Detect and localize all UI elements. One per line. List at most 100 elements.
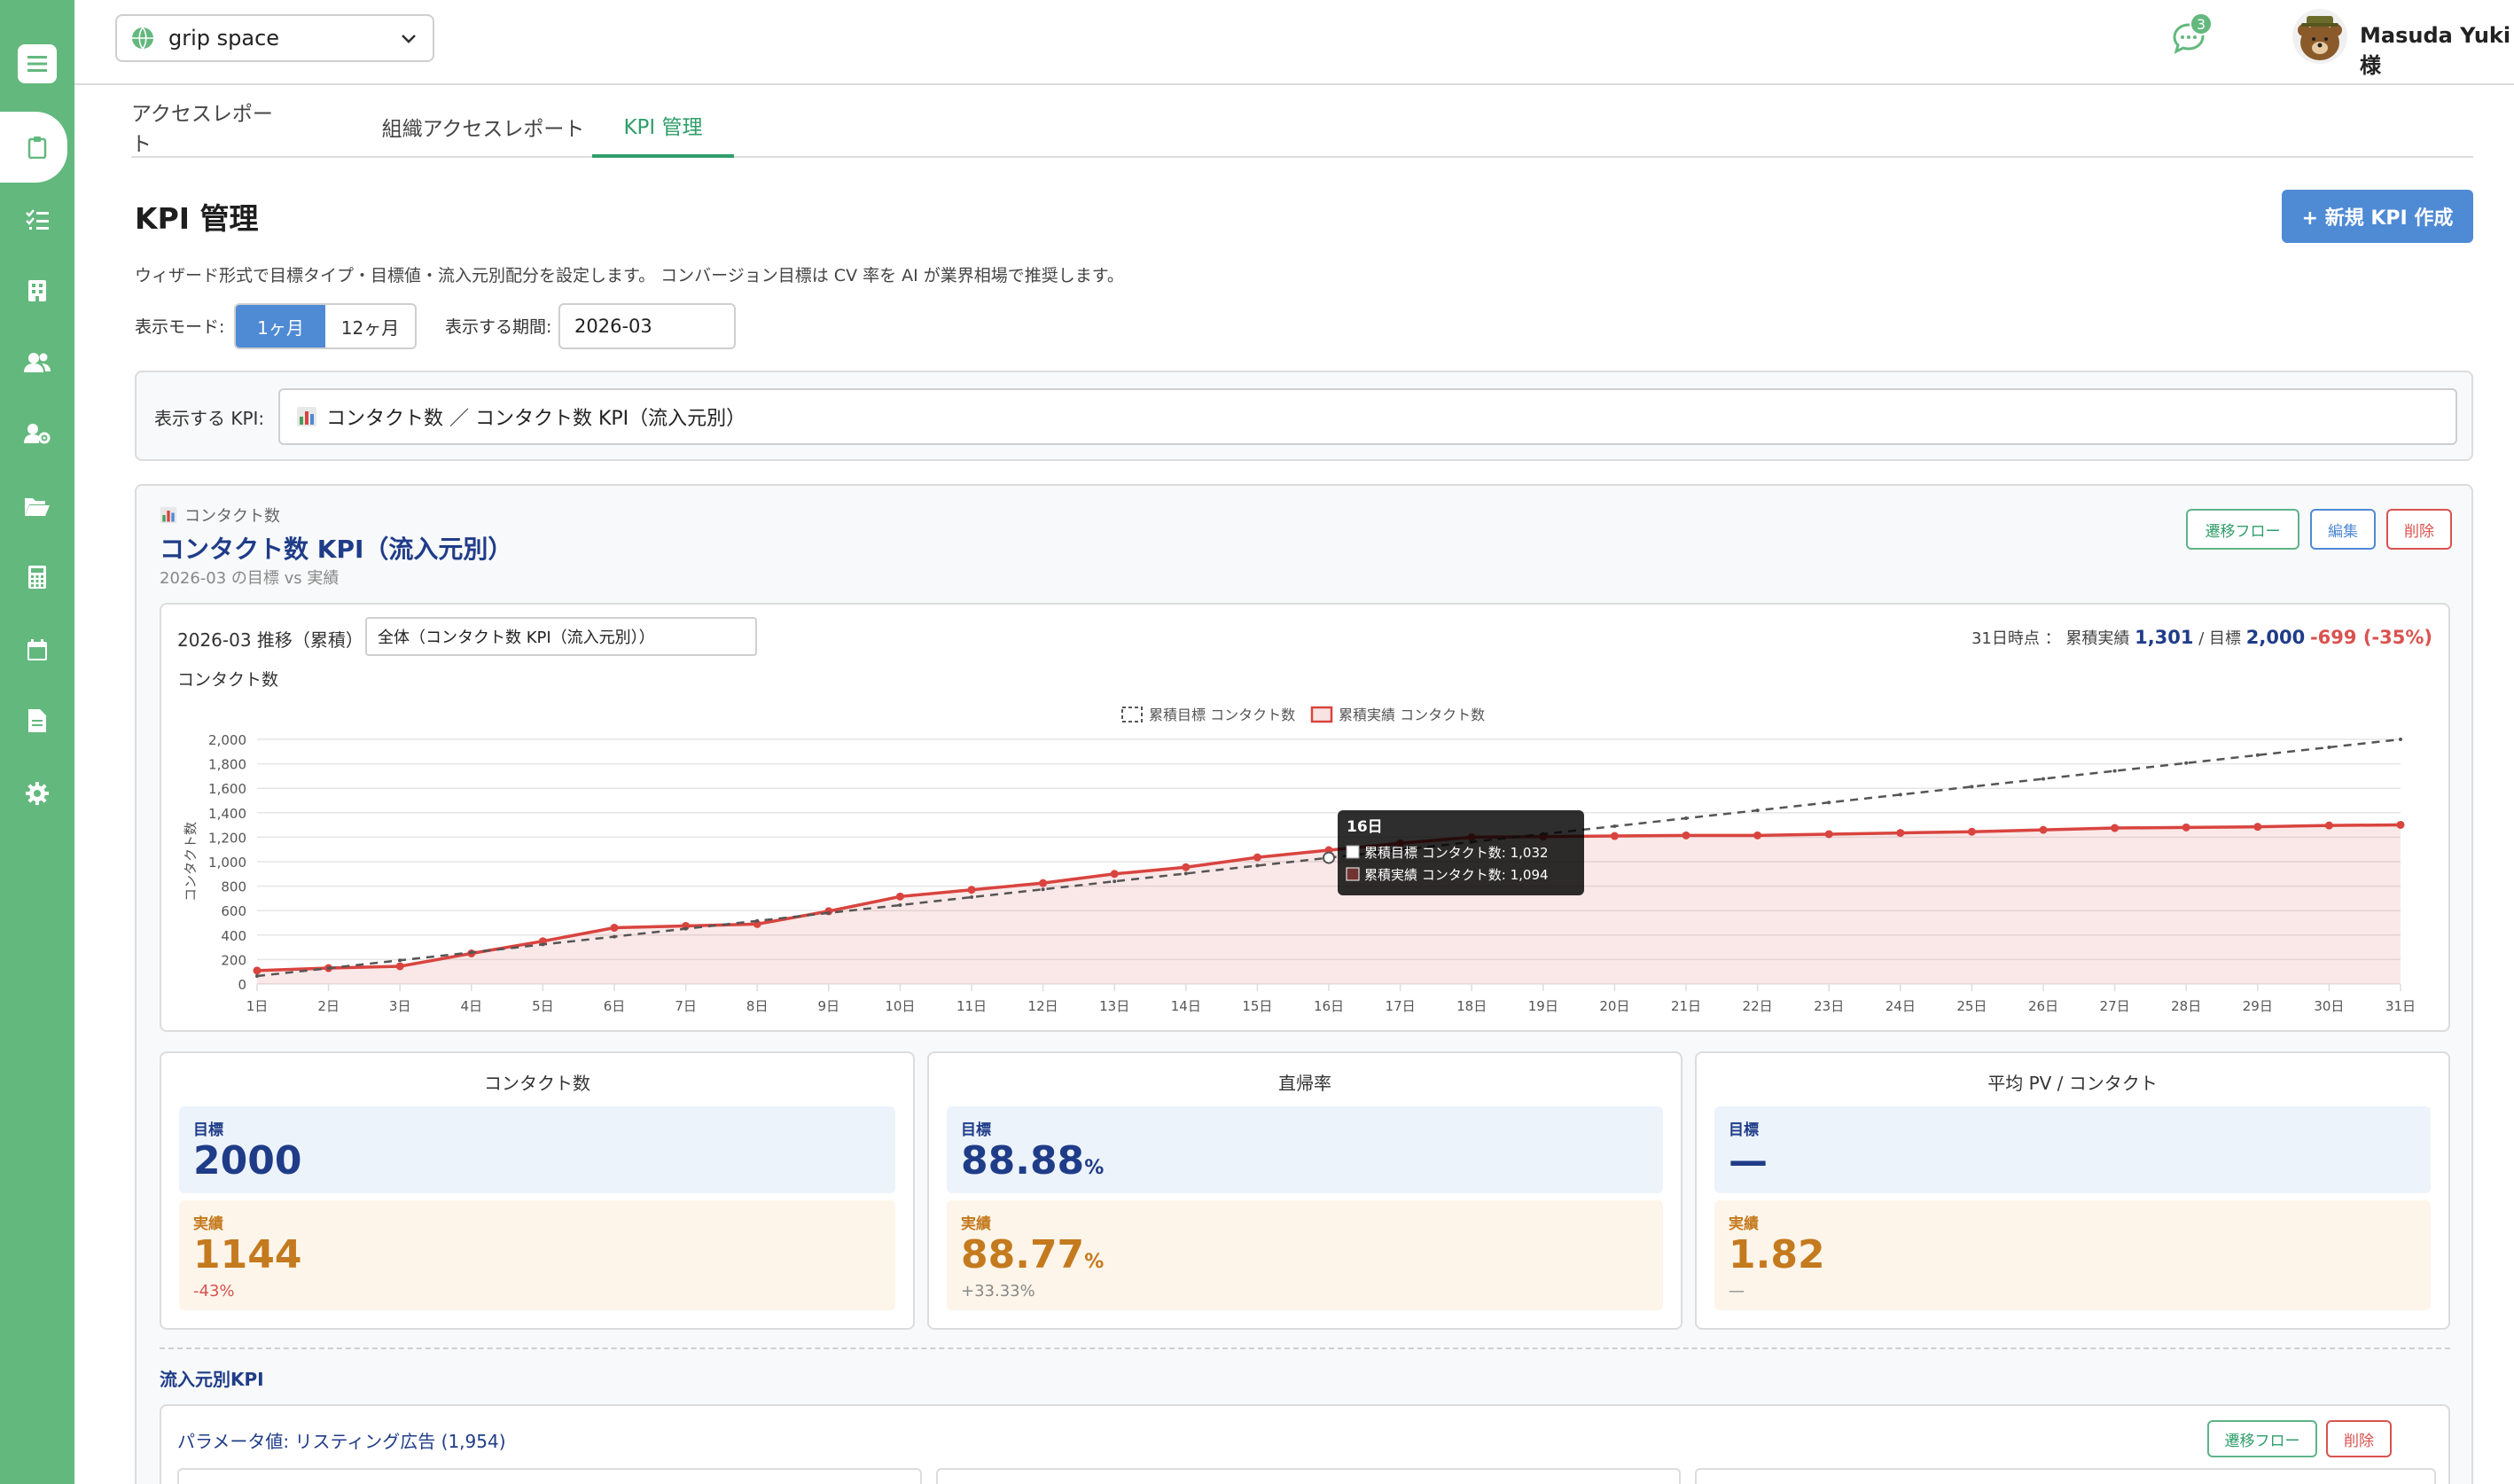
- sidebar-item-documents[interactable]: [22, 706, 52, 736]
- x-tick-label: 26日: [2028, 998, 2058, 1014]
- target-data-point: [1113, 879, 1117, 884]
- inflow-flow-button[interactable]: 遷移フロー: [2207, 1420, 2317, 1457]
- x-tick-label: 28日: [2171, 998, 2201, 1014]
- y-tick-label: 1,400: [208, 806, 246, 822]
- page-description: ウィザード形式で目標タイプ・目標値・流入元別配分を設定します。 コンバージョン目…: [135, 266, 1124, 285]
- edit-button[interactable]: 編集: [2310, 509, 2376, 550]
- actual-data-point: [2396, 820, 2405, 829]
- y-tick-label: 600: [221, 903, 246, 919]
- tab-access-report[interactable]: アクセスレポート: [131, 96, 282, 158]
- target-value: —: [1729, 1138, 1768, 1183]
- target-data-point: [970, 895, 973, 900]
- actual-data-point: [610, 924, 619, 933]
- clipboard-icon: [27, 137, 47, 159]
- summary-target: 2,000: [2245, 627, 2306, 648]
- target-data-point: [683, 926, 688, 931]
- kpi-subtitle: 2026-03 の目標 vs 実績: [160, 569, 340, 588]
- new-kpi-button[interactable]: + 新規 KPI 作成: [2282, 190, 2473, 243]
- kpi-select[interactable]: コンタクト数 ／ コンタクト数 KPI（流入元別）: [278, 388, 2457, 445]
- tab-org-access-report[interactable]: 組織アクセスレポート: [371, 96, 596, 158]
- actual-data-point: [1610, 832, 1619, 840]
- tab-kpi-management[interactable]: KPI 管理: [592, 96, 734, 158]
- x-tick-label: 16日: [1314, 998, 1344, 1014]
- actual-data-point: [1753, 831, 1762, 840]
- sidebar-item-calendar[interactable]: [22, 635, 52, 665]
- sidebar-item-user-settings[interactable]: [22, 418, 52, 449]
- section-divider: [160, 1347, 2450, 1349]
- actual-diff: —: [1729, 1282, 1745, 1300]
- sidebar-item-calculator[interactable]: [22, 562, 52, 592]
- target-number: 2000: [193, 1138, 302, 1183]
- x-tick-label: 4日: [461, 998, 483, 1014]
- kpi-selector-box: 表示する KPI: コンタクト数 ／ コンタクト数 KPI（流入元別）: [135, 371, 2473, 461]
- hover-point-target: [1323, 851, 1335, 864]
- menu-toggle-button[interactable]: [18, 44, 57, 83]
- tooltip-swatch-actual: [1346, 867, 1360, 881]
- bar-chart-icon: [160, 506, 177, 524]
- mode-12-month-button[interactable]: 12ヶ月: [325, 305, 415, 348]
- target-data-point: [2399, 738, 2402, 741]
- delete-button[interactable]: 削除: [2386, 509, 2452, 550]
- target-number: —: [1729, 1138, 1768, 1183]
- target-label: 目標: [961, 1121, 991, 1139]
- sidebar-item-settings[interactable]: [22, 778, 52, 808]
- series-select[interactable]: 全体（コンタクト数 KPI（流入元別））: [365, 617, 757, 656]
- user-name[interactable]: Masuda Yuki様: [2360, 23, 2514, 79]
- document-icon: [28, 709, 46, 732]
- target-data-point: [1755, 808, 1760, 813]
- tooltip-line-target: 累積目標 コンタクト数: 1,032: [1364, 845, 1549, 861]
- inflow-section-title: 流入元別KPI: [160, 1369, 264, 1390]
- metric-target-box: 目標 —: [1714, 1106, 2431, 1193]
- x-tick-label: 13日: [1099, 998, 1129, 1014]
- chart-summary: 31日時点 ： 累積実績 1,301 / 目標 2,000 -699 (-35%…: [1971, 626, 2432, 649]
- flow-button[interactable]: 遷移フロー: [2186, 509, 2299, 550]
- y-tick-label: 400: [221, 928, 246, 944]
- y-tick-label: 200: [221, 952, 246, 968]
- display-mode-label: 表示モード:: [135, 317, 225, 337]
- avatar[interactable]: [2292, 9, 2347, 64]
- sidebar-item-report[interactable]: [22, 132, 52, 162]
- actual-data-point: [1682, 831, 1690, 840]
- target-data-point: [2184, 761, 2189, 765]
- actual-value: 1.82: [1729, 1232, 1825, 1277]
- summary-separator: / 目標: [2198, 629, 2242, 648]
- target-data-point: [1041, 887, 1045, 892]
- inflow-card-title: パラメータ値: リスティング広告 (1,954): [177, 1431, 506, 1452]
- period-input[interactable]: 2026-03: [558, 303, 736, 349]
- kpi-card: コンタクト数 コンタクト数 KPI（流入元別） 2026-03 の目標 vs 実…: [135, 484, 2473, 1484]
- chat-button[interactable]: 3: [2170, 12, 2213, 57]
- chevron-down-icon: [402, 35, 416, 43]
- mode-1-month-button[interactable]: 1ヶ月: [236, 305, 325, 348]
- actual-data-point: [2324, 821, 2333, 830]
- inflow-kpi-card: パラメータ値: リスティング広告 (1,954) 遷移フロー 削除: [160, 1404, 2450, 1484]
- target-unit: %: [1084, 1157, 1105, 1179]
- target-data-point: [1827, 801, 1831, 805]
- folder-open-icon: [25, 498, 50, 516]
- notification-badge: 3: [2190, 12, 2213, 35]
- actual-value: 1144: [193, 1232, 301, 1277]
- sidebar-item-organization[interactable]: [22, 276, 52, 306]
- inflow-metric-card: [177, 1468, 922, 1484]
- target-data-point: [826, 910, 831, 915]
- inflow-delete-button[interactable]: 削除: [2326, 1420, 2392, 1457]
- metric-title: コンタクト数: [484, 1073, 590, 1094]
- sidebar-item-tasks[interactable]: [22, 205, 52, 235]
- target-data-point: [255, 974, 259, 979]
- actual-number: 88.77: [961, 1232, 1085, 1277]
- x-tick-label: 27日: [2100, 998, 2130, 1014]
- x-tick-label: 3日: [389, 998, 411, 1014]
- metric-actual-box: 実績 1.82 —: [1714, 1200, 2431, 1310]
- x-tick-label: 6日: [604, 998, 626, 1014]
- kpi-title: コンタクト数 KPI（流入元別）: [160, 535, 513, 564]
- target-data-point: [898, 902, 902, 907]
- metric-title: 平均 PV / コンタクト: [1987, 1073, 2158, 1094]
- actual-number: 1.82: [1729, 1232, 1825, 1277]
- sidebar-item-files[interactable]: [22, 491, 52, 521]
- workspace-select[interactable]: grip space: [115, 14, 434, 62]
- target-data-point: [755, 918, 760, 923]
- y-tick-label: 800: [221, 879, 246, 895]
- sidebar-item-users[interactable]: [22, 348, 52, 378]
- tooltip-title: 16日: [1347, 818, 1383, 836]
- x-tick-label: 14日: [1171, 998, 1201, 1014]
- actual-data-point: [2182, 823, 2190, 832]
